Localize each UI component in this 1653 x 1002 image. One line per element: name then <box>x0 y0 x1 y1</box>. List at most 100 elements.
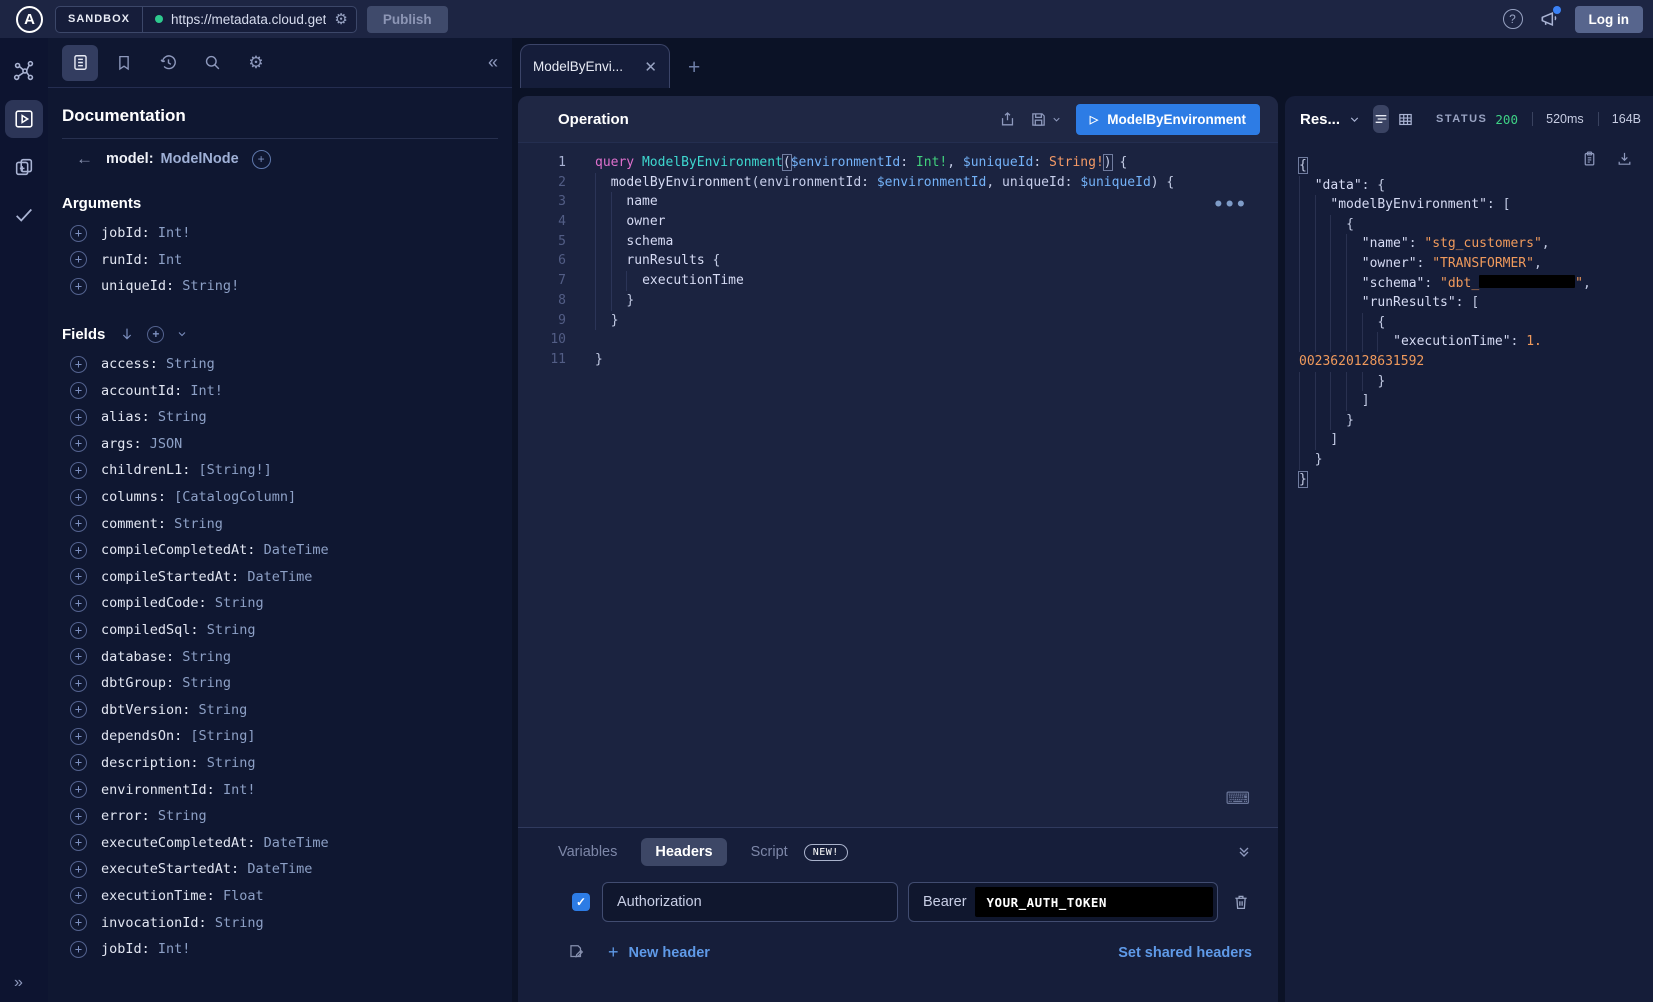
add-to-query-plus-icon[interactable]: + <box>70 489 87 506</box>
field-row[interactable]: +error: String <box>62 803 498 830</box>
add-field-plus-icon[interactable]: + <box>252 150 271 169</box>
response-dropdown-chevron-icon[interactable] <box>1348 113 1361 126</box>
add-to-query-plus-icon[interactable]: + <box>70 356 87 373</box>
new-header-button[interactable]: + New header <box>608 942 710 963</box>
code-line[interactable]: 10 <box>518 330 1278 350</box>
saved-operations-button[interactable] <box>106 45 142 81</box>
login-button[interactable]: Log in <box>1575 6 1644 33</box>
add-to-query-plus-icon[interactable]: + <box>70 251 87 268</box>
code-line[interactable]: 5schema <box>518 232 1278 252</box>
code-line[interactable]: 8} <box>518 291 1278 311</box>
add-to-query-plus-icon[interactable]: + <box>70 462 87 479</box>
field-row[interactable]: +executionTime: Float <box>62 883 498 910</box>
copy-response-button[interactable] <box>1581 150 1598 167</box>
delete-header-button[interactable] <box>1232 893 1250 911</box>
field-row[interactable]: +database: String <box>62 643 498 670</box>
add-to-query-plus-icon[interactable]: + <box>70 435 87 452</box>
announcements-button[interactable] <box>1539 9 1559 29</box>
tab-variables[interactable]: Variables <box>558 844 617 860</box>
search-button[interactable] <box>194 45 230 81</box>
response-json[interactable]: {"data": {"modelByEnvironment": [{"name"… <box>1285 142 1653 489</box>
add-to-query-plus-icon[interactable]: + <box>70 887 87 904</box>
operation-tab[interactable]: ModelByEnvi... ✕ <box>520 44 670 88</box>
field-row[interactable]: +compiledCode: String <box>62 590 498 617</box>
nav-explorer-button[interactable] <box>5 100 43 138</box>
history-button[interactable] <box>150 45 186 81</box>
code-line[interactable]: 3name <box>518 192 1278 212</box>
field-row[interactable]: +jobId: Int! <box>62 936 498 963</box>
add-to-query-plus-icon[interactable]: + <box>70 568 87 585</box>
set-shared-headers-link[interactable]: Set shared headers <box>1118 945 1252 961</box>
endpoint-url-input[interactable]: https://metadata.cloud.get <box>171 12 326 27</box>
field-row[interactable]: +alias: String <box>62 404 498 431</box>
keyboard-shortcuts-icon[interactable]: ⌨ <box>1225 789 1250 809</box>
code-line[interactable]: 6runResults { <box>518 251 1278 271</box>
nav-schema-button[interactable] <box>5 52 43 90</box>
field-row[interactable]: +compiledSql: String <box>62 617 498 644</box>
close-tab-icon[interactable]: ✕ <box>644 58 657 76</box>
code-line[interactable]: 9} <box>518 311 1278 331</box>
add-to-query-plus-icon[interactable]: + <box>70 622 87 639</box>
argument-row[interactable]: +runId: Int <box>62 247 498 274</box>
code-line[interactable]: 11} <box>518 350 1278 370</box>
field-row[interactable]: +columns: [CatalogColumn] <box>62 484 498 511</box>
field-row[interactable]: +access: String <box>62 351 498 378</box>
field-row[interactable]: +compileStartedAt: DateTime <box>62 564 498 591</box>
raw-view-toggle[interactable] <box>1373 105 1389 133</box>
share-icon[interactable] <box>999 111 1016 128</box>
code-line[interactable]: 7executionTime <box>518 271 1278 291</box>
add-to-query-plus-icon[interactable]: + <box>70 861 87 878</box>
header-key-input[interactable]: Authorization <box>602 882 898 922</box>
field-row[interactable]: +accountId: Int! <box>62 377 498 404</box>
publish-button[interactable]: Publish <box>367 6 448 33</box>
header-enabled-checkbox[interactable]: ✓ <box>572 893 590 911</box>
auth-token-value[interactable]: YOUR_AUTH_TOKEN <box>975 887 1213 917</box>
field-row[interactable]: +compileCompletedAt: DateTime <box>62 537 498 564</box>
add-to-query-plus-icon[interactable]: + <box>70 409 87 426</box>
field-row[interactable]: +dbtGroup: String <box>62 670 498 697</box>
field-row[interactable]: +environmentId: Int! <box>62 776 498 803</box>
field-row[interactable]: +description: String <box>62 750 498 777</box>
add-to-query-plus-icon[interactable]: + <box>70 542 87 559</box>
field-row[interactable]: +childrenL1: [String!] <box>62 457 498 484</box>
tab-script[interactable]: Script <box>751 844 788 860</box>
code-line[interactable]: 1query ModelByEnvironment($environmentId… <box>518 153 1278 173</box>
new-tab-button[interactable]: + <box>688 56 700 80</box>
header-value-input[interactable]: Bearer YOUR_AUTH_TOKEN <box>908 882 1218 922</box>
add-to-query-plus-icon[interactable]: + <box>70 701 87 718</box>
code-line[interactable]: 4owner <box>518 212 1278 232</box>
download-response-button[interactable] <box>1616 150 1633 167</box>
code-line[interactable]: 2modelByEnvironment(environmentId: $envi… <box>518 173 1278 193</box>
chevron-down-icon[interactable] <box>176 328 188 340</box>
add-to-query-plus-icon[interactable]: + <box>70 834 87 851</box>
add-to-query-plus-icon[interactable]: + <box>70 225 87 242</box>
documentation-tab-button[interactable] <box>62 45 98 81</box>
add-to-query-plus-icon[interactable]: + <box>70 515 87 532</box>
collapse-panel-button[interactable] <box>1236 844 1252 860</box>
explorer-settings-button[interactable]: ⚙ <box>238 45 274 81</box>
table-view-toggle[interactable] <box>1397 105 1414 133</box>
add-to-query-plus-icon[interactable]: + <box>70 754 87 771</box>
add-to-query-plus-icon[interactable]: + <box>70 914 87 931</box>
add-to-query-plus-icon[interactable]: + <box>70 808 87 825</box>
field-row[interactable]: +comment: String <box>62 510 498 537</box>
add-to-query-plus-icon[interactable]: + <box>70 941 87 958</box>
field-row[interactable]: +dependsOn: [String] <box>62 723 498 750</box>
argument-row[interactable]: +jobId: Int! <box>62 220 498 247</box>
field-row[interactable]: +executeStartedAt: DateTime <box>62 856 498 883</box>
edit-as-text-button[interactable] <box>567 943 586 962</box>
add-to-query-plus-icon[interactable]: + <box>70 675 87 692</box>
query-editor[interactable]: 1query ModelByEnvironment($environmentId… <box>518 143 1278 827</box>
tab-headers[interactable]: Headers <box>641 838 726 866</box>
collapse-doc-panel-button[interactable]: « <box>488 52 498 73</box>
breadcrumb-type-name[interactable]: ModelNode <box>161 151 239 167</box>
back-arrow-icon[interactable]: ← <box>76 149 93 169</box>
argument-row[interactable]: +uniqueId: String! <box>62 273 498 300</box>
endpoint-settings-gear-icon[interactable]: ⚙ <box>326 10 355 28</box>
nav-operations-button[interactable] <box>5 148 43 186</box>
add-to-query-plus-icon[interactable]: + <box>70 278 87 295</box>
add-to-query-plus-icon[interactable]: + <box>70 728 87 745</box>
nav-checks-button[interactable] <box>5 196 43 234</box>
editor-more-menu[interactable]: ••• <box>1213 195 1247 215</box>
field-row[interactable]: +invocationId: String <box>62 909 498 936</box>
